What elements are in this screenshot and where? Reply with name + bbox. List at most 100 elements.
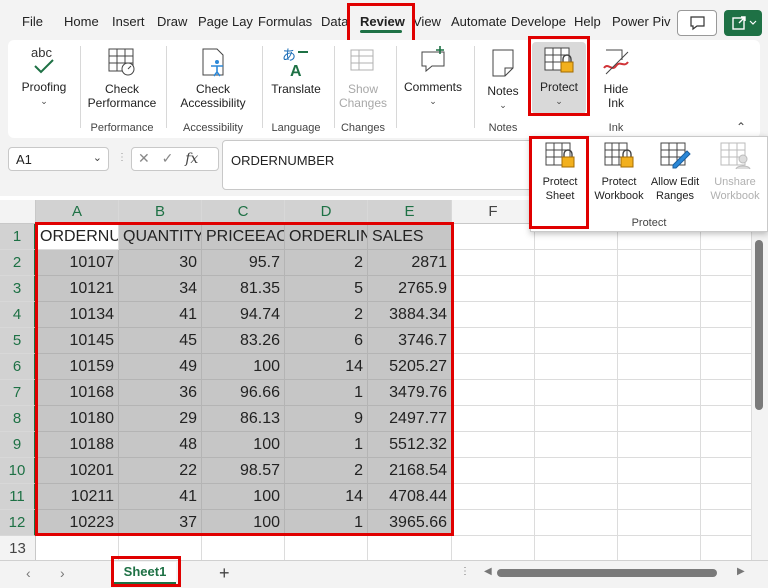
table-cell[interactable] — [701, 354, 752, 380]
share-button[interactable] — [724, 10, 762, 36]
table-cell[interactable]: 10201 — [36, 458, 119, 484]
table-cell[interactable]: 3965.66 — [368, 510, 452, 536]
table-cell[interactable]: 86.13 — [202, 406, 285, 432]
table-cell[interactable]: 10223 — [36, 510, 119, 536]
vertical-scroll-thumb[interactable] — [755, 240, 763, 410]
table-cell[interactable] — [535, 536, 618, 562]
formula-input[interactable]: ORDERNUMBER — [222, 140, 542, 190]
row-header-4[interactable]: 4 — [0, 302, 36, 328]
table-cell[interactable] — [701, 328, 752, 354]
table-cell[interactable] — [618, 380, 701, 406]
table-cell[interactable]: 30 — [119, 250, 202, 276]
row-header-10[interactable]: 10 — [0, 458, 36, 484]
tab-data[interactable]: Data — [321, 14, 348, 29]
tab-formulas[interactable]: Formulas — [258, 14, 312, 29]
tab-help[interactable]: Help — [574, 14, 601, 29]
table-cell[interactable] — [368, 536, 452, 562]
table-cell[interactable] — [618, 484, 701, 510]
table-cell[interactable]: 5512.32 — [368, 432, 452, 458]
table-cell[interactable] — [535, 328, 618, 354]
table-cell[interactable] — [618, 406, 701, 432]
table-cell[interactable] — [618, 276, 701, 302]
translate-button[interactable]: あA Translate — [266, 46, 326, 96]
tab-insert[interactable]: Insert — [112, 14, 145, 29]
row-header-5[interactable]: 5 — [0, 328, 36, 354]
table-cell[interactable]: 83.26 — [202, 328, 285, 354]
table-cell[interactable] — [452, 302, 535, 328]
row-header-7[interactable]: 7 — [0, 380, 36, 406]
table-cell[interactable]: 1 — [285, 510, 368, 536]
tab-file[interactable]: File — [22, 14, 43, 29]
table-cell[interactable]: 41 — [119, 302, 202, 328]
column-header-a[interactable]: A — [36, 200, 119, 224]
table-cell[interactable]: 10180 — [36, 406, 119, 432]
table-cell[interactable]: 3479.76 — [368, 380, 452, 406]
table-cell[interactable]: 1 — [285, 432, 368, 458]
row-header-1[interactable]: 1 — [0, 224, 36, 250]
row-header-2[interactable]: 2 — [0, 250, 36, 276]
column-header-e[interactable]: E — [368, 200, 452, 224]
enter-icon[interactable]: ✓ — [162, 150, 174, 166]
table-cell[interactable] — [701, 276, 752, 302]
table-cell[interactable]: 29 — [119, 406, 202, 432]
table-cell[interactable] — [452, 406, 535, 432]
fx-icon[interactable]: fx — [185, 151, 198, 167]
table-cell[interactable]: 22 — [119, 458, 202, 484]
notes-button[interactable]: Notes ⌄ — [478, 46, 528, 112]
table-cell[interactable] — [701, 510, 752, 536]
table-cell[interactable] — [535, 354, 618, 380]
table-cell[interactable]: 2497.77 — [368, 406, 452, 432]
table-cell[interactable]: 10188 — [36, 432, 119, 458]
table-cell[interactable]: 9 — [285, 406, 368, 432]
table-cell[interactable] — [701, 302, 752, 328]
protect-sheet-item[interactable]: Protect Sheet — [533, 141, 587, 203]
table-cell[interactable] — [452, 484, 535, 510]
tab-draw[interactable]: Draw — [157, 14, 187, 29]
table-cell[interactable] — [452, 536, 535, 562]
collapse-ribbon-icon[interactable]: ⌃ — [736, 120, 746, 134]
table-cell[interactable] — [452, 276, 535, 302]
check-accessibility-button[interactable]: Check Accessibility — [172, 46, 254, 110]
horizontal-scroll-thumb[interactable] — [497, 569, 717, 577]
row-header-9[interactable]: 9 — [0, 432, 36, 458]
table-cell[interactable] — [119, 536, 202, 562]
table-cell[interactable]: 100 — [202, 432, 285, 458]
table-cell[interactable] — [452, 432, 535, 458]
table-cell[interactable]: 98.57 — [202, 458, 285, 484]
scroll-right-icon[interactable]: ▶ — [737, 566, 745, 577]
table-cell[interactable]: 10159 — [36, 354, 119, 380]
table-cell[interactable] — [452, 510, 535, 536]
table-cell[interactable]: 2 — [285, 302, 368, 328]
header-cell[interactable]: QUANTITY — [119, 224, 202, 250]
table-cell[interactable]: 81.35 — [202, 276, 285, 302]
tab-developer[interactable]: Develope — [511, 14, 566, 29]
column-header-d[interactable]: D — [285, 200, 368, 224]
table-cell[interactable] — [452, 458, 535, 484]
table-cell[interactable] — [618, 328, 701, 354]
add-sheet-button[interactable]: + — [219, 563, 230, 584]
tab-page-layout[interactable]: Page Lay — [198, 14, 253, 29]
table-cell[interactable] — [618, 250, 701, 276]
scroll-left-icon[interactable]: ◀ — [484, 566, 492, 577]
table-cell[interactable] — [202, 536, 285, 562]
name-box[interactable]: A1 ⌄ — [8, 147, 109, 171]
table-cell[interactable] — [535, 380, 618, 406]
table-cell[interactable] — [452, 380, 535, 406]
table-cell[interactable]: 6 — [285, 328, 368, 354]
table-cell[interactable] — [535, 250, 618, 276]
row-header-13[interactable]: 13 — [0, 536, 36, 562]
table-cell[interactable] — [452, 328, 535, 354]
table-cell[interactable] — [618, 510, 701, 536]
row-header-6[interactable]: 6 — [0, 354, 36, 380]
header-cell[interactable]: ORDERNU — [36, 224, 119, 250]
table-cell[interactable]: 10145 — [36, 328, 119, 354]
hide-ink-button[interactable]: Hide Ink — [594, 46, 638, 110]
table-cell[interactable]: 3746.7 — [368, 328, 452, 354]
table-cell[interactable]: 100 — [202, 484, 285, 510]
next-sheet-icon[interactable]: › — [60, 565, 65, 581]
tab-home[interactable]: Home — [64, 14, 99, 29]
table-cell[interactable]: 5205.27 — [368, 354, 452, 380]
table-cell[interactable]: 49 — [119, 354, 202, 380]
table-cell[interactable] — [452, 354, 535, 380]
table-cell[interactable] — [618, 458, 701, 484]
